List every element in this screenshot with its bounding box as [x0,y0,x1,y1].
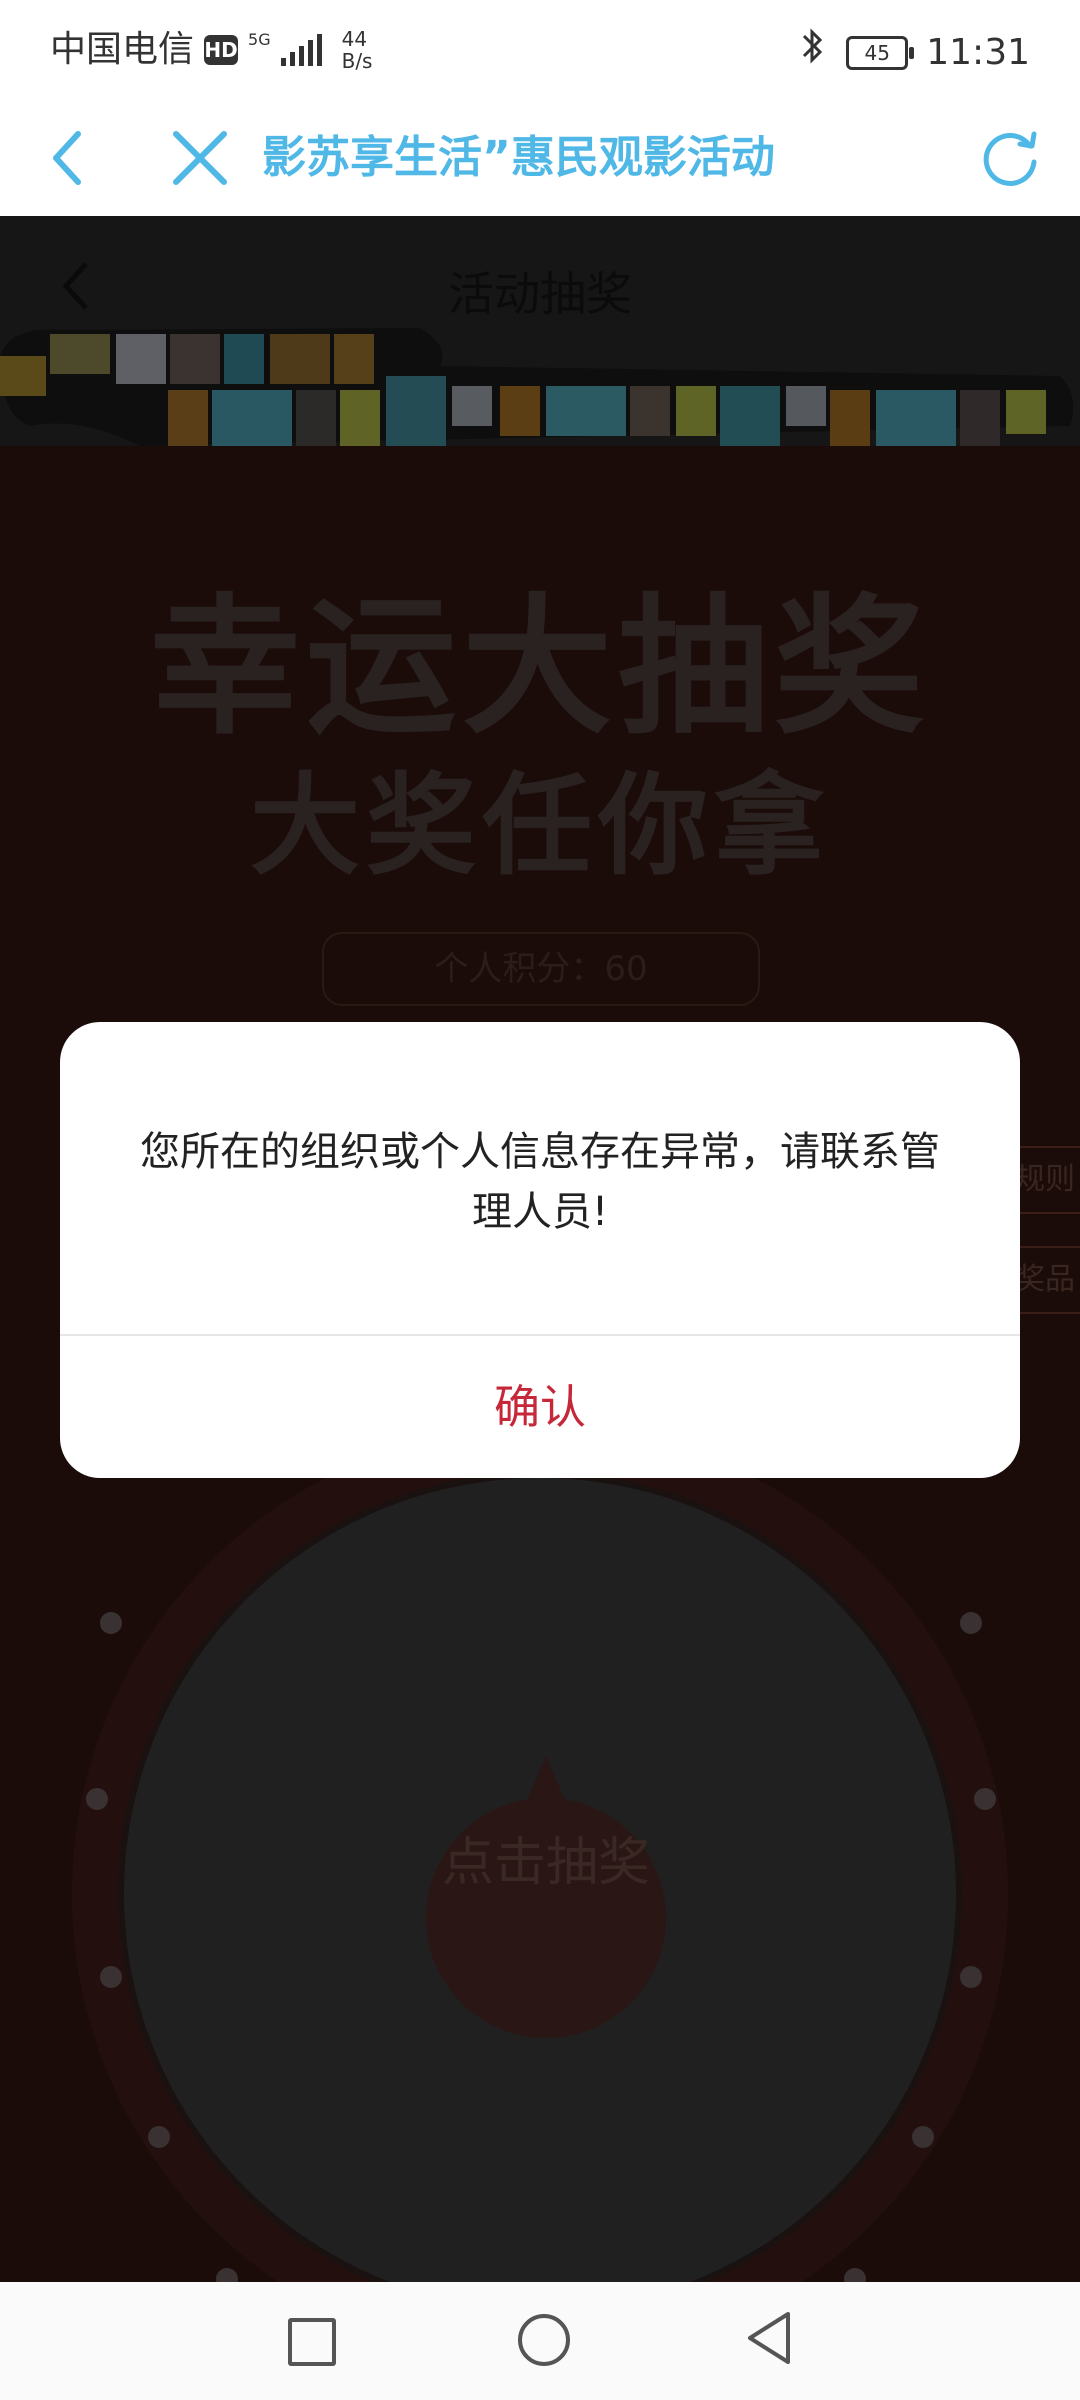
confirm-button[interactable]: 确认 [60,1336,1020,1478]
wheel-light [148,2126,170,2148]
wheel-light [960,1612,982,1634]
back-icon[interactable] [38,118,118,198]
recent-apps-icon[interactable] [288,2318,336,2366]
system-nav-bar [0,2282,1080,2400]
system-back-icon[interactable] [744,2310,794,2366]
refresh-icon[interactable] [970,118,1050,198]
page-title-marquee: 影苏享生活”惠民观影活动 [262,132,775,183]
hd-badge: HD [204,35,239,65]
wheel-light [100,1612,122,1634]
wheel-light [100,1966,122,1988]
status-left: 中国电信 HD 5G 44 B/s [50,26,372,74]
wheel-light [974,1788,996,1810]
browser-nav-bar: 影苏享生活”惠民观影活动 [0,100,1080,216]
signal-icon [280,34,322,66]
status-bar: 中国电信 HD 5G 44 B/s 45 11:31 [0,0,1080,100]
page-title: 活动抽奖 [448,267,632,321]
redacted-mosaic [0,328,1074,446]
network-speed: 44 B/s [342,28,373,72]
battery-icon: 45 [846,35,915,70]
wheel-light [912,2126,934,2148]
status-right: 45 11:31 [798,26,1030,79]
wheel-pointer-icon [526,1756,566,1802]
home-icon[interactable] [518,2314,570,2366]
bluetooth-icon [798,26,828,79]
dialog-message: 您所在的组织或个人信息存在异常，请联系管理人员! [140,1129,940,1235]
carrier-name: 中国电信 [50,29,195,70]
wheel-light [86,1788,108,1810]
network-speed-unit: B/s [341,49,373,73]
points-badge: 个人积分：60 [322,932,760,1006]
draw-button-label: 点击抽奖 [441,1833,650,1893]
close-icon[interactable] [160,118,240,198]
subheadline: 大奖任你拿 [250,762,830,890]
headline: 幸运大抽奖 [149,581,930,755]
battery-level: 45 [864,40,890,65]
network-type: 5G [248,30,271,49]
wheel-light [960,1966,982,1988]
alert-dialog: 您所在的组织或个人信息存在异常，请联系管理人员! 确认 [60,1022,1020,1478]
network-speed-value: 44 [341,27,368,51]
clock: 11:31 [926,31,1030,73]
